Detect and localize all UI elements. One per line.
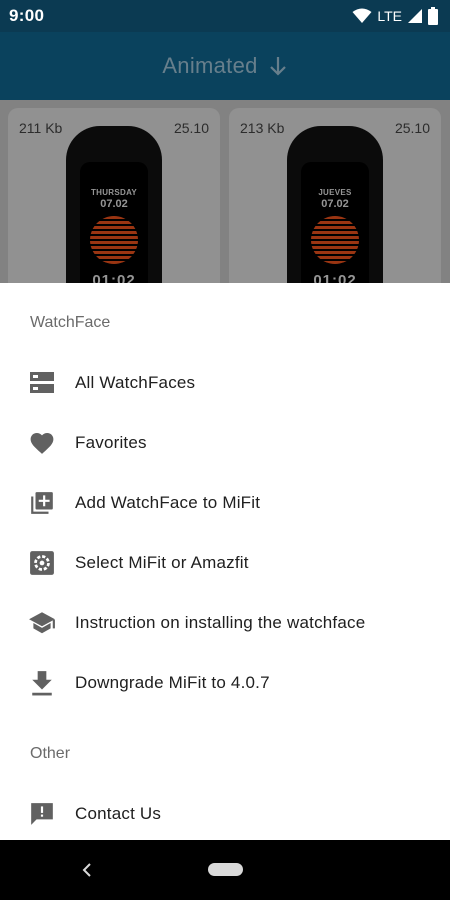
status-time: 9:00 xyxy=(9,6,45,25)
settings-icon xyxy=(28,549,56,577)
menu-item-add-watchface[interactable]: Add WatchFace to MiFit xyxy=(0,475,450,531)
menu-item-label: Downgrade MiFit to 4.0.7 xyxy=(75,673,270,692)
battery-icon xyxy=(428,7,438,25)
school-icon xyxy=(28,609,56,637)
menu-item-favorites[interactable]: Favorites xyxy=(0,415,450,471)
network-type: LTE xyxy=(377,8,402,24)
menu-item-label: Contact Us xyxy=(75,804,162,823)
section-header-other: Other xyxy=(30,745,71,762)
menu-item-label: All WatchFaces xyxy=(75,373,196,392)
menu-item-all-watchfaces[interactable]: All WatchFaces xyxy=(0,355,450,411)
menu-item-label: Add WatchFace to MiFit xyxy=(75,493,261,512)
menu-item-contact-us[interactable]: Contact Us xyxy=(0,786,450,842)
menu-item-label: Favorites xyxy=(75,433,147,452)
download-icon xyxy=(28,669,56,697)
navigation-bar xyxy=(0,840,450,900)
status-icons: LTE xyxy=(352,7,438,25)
menu-item-select-mifit[interactable]: Select MiFit or Amazfit xyxy=(0,535,450,591)
menu-item-label: Select MiFit or Amazfit xyxy=(75,553,249,572)
home-button[interactable] xyxy=(208,863,243,876)
wifi-icon xyxy=(352,8,372,23)
menu-item-instruction[interactable]: Instruction on installing the watchface xyxy=(0,595,450,651)
signal-icon xyxy=(408,9,422,23)
feedback-icon xyxy=(28,800,56,828)
section-header-watchface: WatchFace xyxy=(30,314,111,331)
library-add-icon xyxy=(28,489,56,517)
bottom-sheet: WatchFace All WatchFaces Favorites Add W… xyxy=(0,283,450,840)
storage-icon xyxy=(28,369,56,397)
heart-icon xyxy=(28,429,56,457)
menu-item-label: Instruction on installing the watchface xyxy=(75,613,366,632)
back-icon[interactable] xyxy=(78,858,96,882)
scrim-overlay[interactable] xyxy=(0,32,450,290)
status-bar: 9:00 LTE xyxy=(0,0,450,32)
menu-item-downgrade[interactable]: Downgrade MiFit to 4.0.7 xyxy=(0,655,450,711)
